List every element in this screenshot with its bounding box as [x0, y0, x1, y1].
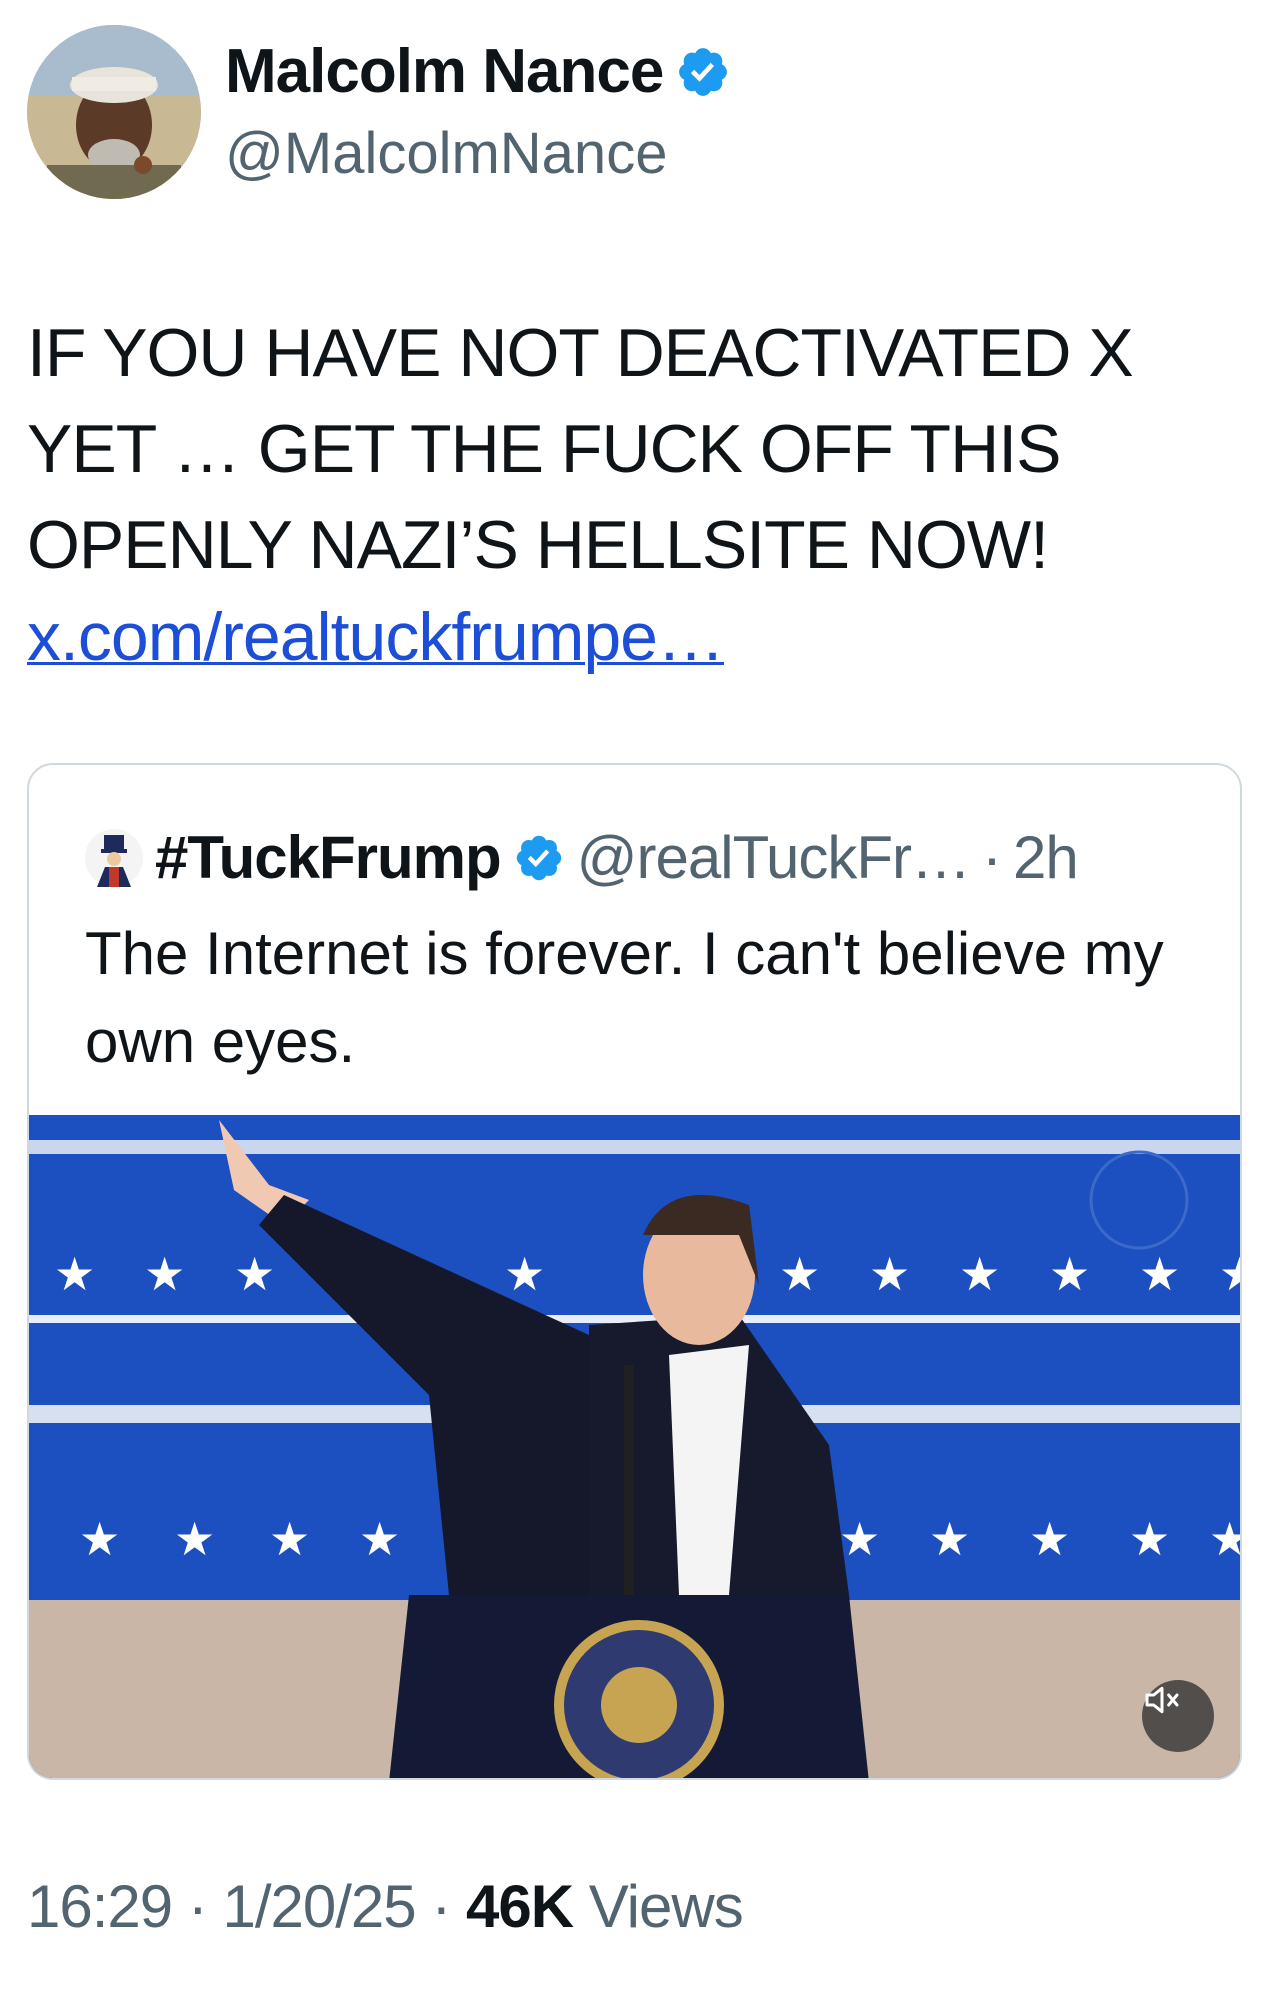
quoted-author-handle[interactable]: @realTuckFr… — [577, 823, 971, 892]
svg-text:★: ★ — [504, 1247, 545, 1301]
verified-badge-icon — [679, 47, 728, 96]
meta-separator: · — [415, 1873, 466, 1940]
svg-text:★: ★ — [1209, 1512, 1242, 1566]
svg-text:★: ★ — [839, 1512, 880, 1566]
svg-text:★: ★ — [144, 1247, 185, 1301]
svg-text:★: ★ — [959, 1247, 1000, 1301]
quoted-time-ago[interactable]: 2h — [1013, 823, 1079, 892]
svg-text:★: ★ — [869, 1247, 910, 1301]
author-name[interactable]: Malcolm Nance — [225, 36, 731, 107]
quoted-tweet-header: #TuckFrump @realTuckFr… · 2h — [85, 823, 1079, 892]
views-count[interactable]: 46K — [466, 1873, 574, 1940]
quoted-author-avatar[interactable] — [85, 828, 143, 887]
tweet-text: IF YOU HAVE NOT DEACTIVATED X YET … GET … — [27, 315, 1134, 583]
tweet-date[interactable]: 1/20/25 — [222, 1873, 416, 1940]
video-mute-icon — [1145, 1686, 1179, 1714]
svg-text:★: ★ — [1139, 1247, 1180, 1301]
svg-text:★: ★ — [54, 1247, 95, 1301]
svg-text:★: ★ — [269, 1512, 310, 1566]
quoted-video[interactable]: ★★★★ ★★★ ★★★★ ★★★★ ★★★★★ — [29, 1115, 1242, 1778]
quoted-separator: · — [982, 824, 1002, 891]
svg-text:★: ★ — [1219, 1247, 1242, 1301]
tweet-meta: 16:29 · 1/20/25 · 46K Views — [27, 1872, 744, 1941]
svg-text:★: ★ — [234, 1247, 275, 1301]
svg-text:★: ★ — [1029, 1512, 1070, 1566]
quoted-author-name[interactable]: #TuckFrump — [155, 823, 502, 892]
svg-text:★: ★ — [1129, 1512, 1170, 1566]
tweet-post: Malcolm Nance @MalcolmNance IF YOU HAVE … — [0, 0, 1270, 2000]
video-frame: ★★★★ ★★★ ★★★★ ★★★★ ★★★★★ — [29, 1115, 1242, 1778]
author-name-text[interactable]: Malcolm Nance — [225, 36, 664, 107]
author-avatar[interactable] — [27, 25, 201, 199]
quoted-verified-badge-icon — [516, 835, 561, 880]
mute-button[interactable] — [1142, 1680, 1214, 1752]
svg-text:★: ★ — [779, 1247, 820, 1301]
svg-text:★: ★ — [79, 1512, 120, 1566]
tweet-time[interactable]: 16:29 — [27, 1873, 173, 1940]
meta-separator: · — [172, 1873, 223, 1940]
svg-text:★: ★ — [174, 1512, 215, 1566]
author-handle[interactable]: @MalcolmNance — [225, 120, 667, 187]
views-label: Views — [573, 1873, 744, 1940]
quoted-tweet-text: The Internet is forever. I can't believe… — [85, 920, 1164, 1075]
tweet-link[interactable]: x.com/realtuckfrumpe… — [27, 598, 725, 676]
svg-text:★: ★ — [359, 1512, 400, 1566]
svg-text:★: ★ — [1049, 1247, 1090, 1301]
quoted-tweet-card[interactable]: #TuckFrump @realTuckFr… · 2h The Interne… — [27, 763, 1242, 1780]
svg-text:★: ★ — [929, 1512, 970, 1566]
